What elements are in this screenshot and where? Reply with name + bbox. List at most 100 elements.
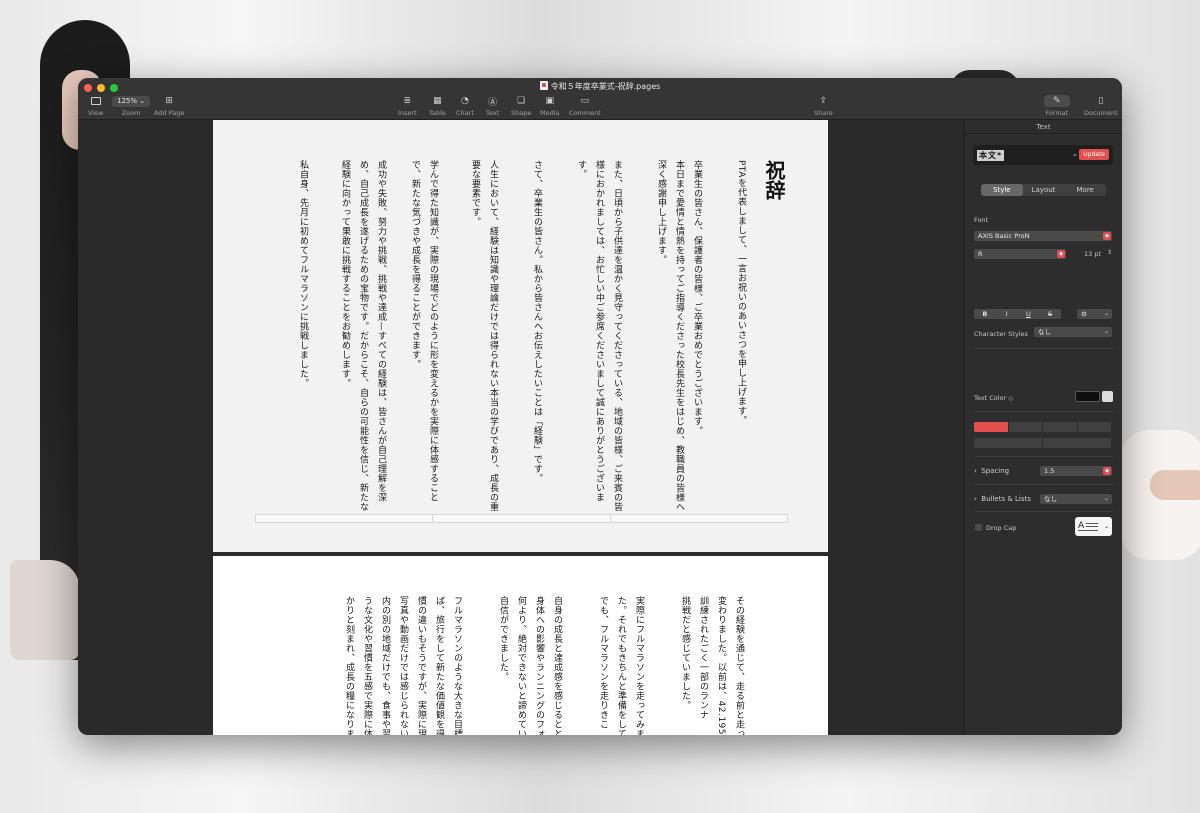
text-line: フルマラソンのような大きな目標	[452, 596, 462, 735]
text-line: す。	[576, 160, 586, 179]
text-line: かりと刻まれ、成長の糧になりま	[344, 596, 354, 735]
inspector-tabs: Style Layout More	[981, 184, 1106, 196]
font-family-value: AXIS Basic ProN	[978, 232, 1030, 240]
insert-button[interactable]: ≣ Insert	[398, 95, 417, 117]
alignment-row	[974, 422, 1112, 432]
media-button[interactable]: ▣ Media	[540, 95, 560, 117]
indent-right-button[interactable]	[1043, 438, 1112, 448]
update-style-button[interactable]: Update	[1079, 149, 1109, 160]
comment-label: Comment	[569, 109, 601, 117]
shape-icon: ❏	[517, 96, 526, 106]
underline-button[interactable]: U	[1018, 309, 1040, 319]
background-arm	[1150, 470, 1200, 500]
text-options-button[interactable]: ⚙ ⌄	[1077, 309, 1112, 319]
zoom-select[interactable]: 125% ⌄	[112, 95, 151, 107]
font-weight-value: R	[978, 250, 983, 258]
italic-button[interactable]: I	[996, 309, 1018, 319]
insert-icon: ≣	[403, 96, 412, 106]
document-heading: 祝辞	[762, 160, 786, 200]
document-canvas[interactable]: 祝辞 PTAを代表しまして、一言お祝いのあいさつを申し上げます。 卒業生の皆さん…	[78, 120, 964, 735]
text-button[interactable]: Ⓐ Text	[486, 95, 500, 118]
table-label: Table	[429, 109, 446, 117]
zoom-control[interactable]: 125% ⌄ Zoom	[112, 95, 151, 117]
paragraph-style-name: 本文*	[977, 149, 1005, 161]
font-size-field[interactable]: 13 pt	[1084, 250, 1101, 258]
font-size-stepper-icon[interactable]: ⇕	[1107, 249, 1112, 256]
page-1[interactable]: 祝辞 PTAを代表しまして、一言お祝いのあいさつを申し上げます。 卒業生の皆さん…	[213, 120, 828, 552]
character-styles-select[interactable]: なし ⌄	[1034, 327, 1112, 337]
text-line: また、日頃から子供達を温かく見守ってくださっている、地域の皆様、ご来賓の皆	[612, 160, 622, 512]
text-color-swatch[interactable]	[1075, 391, 1100, 402]
chevron-right-icon: ›	[974, 467, 977, 475]
tab-style[interactable]: Style	[981, 184, 1023, 196]
background-leg	[10, 560, 80, 660]
document-title: 令和５年度卒業式-祝辞.pages	[78, 81, 1122, 92]
table-button[interactable]: ▦ Table	[429, 95, 446, 117]
text-line: 自身の成長と達成感を感じるとと	[552, 596, 562, 735]
align-bottom-button[interactable]	[1043, 422, 1078, 432]
pages-doc-icon	[539, 81, 548, 90]
strikethrough-button[interactable]: S	[1039, 309, 1061, 319]
add-page-icon: ⊞	[165, 96, 173, 106]
shape-button[interactable]: ❏ Shape	[511, 95, 531, 117]
spacing-disclosure[interactable]: › Spacing	[974, 467, 1009, 475]
pages-window: 令和５年度卒業式-祝辞.pages View 125% ⌄ Zoom ⊞ Add…	[78, 78, 1122, 735]
text-line: 成功や失敗、努力や挑戦、挑戦や達成—すべての経験は、皆さんが自己理解を深	[376, 160, 386, 502]
text-line: ば、旅行をして新たな価値観を得	[434, 596, 444, 735]
spacing-select[interactable]: 1.5 ◆	[1040, 466, 1112, 476]
text-label: Text	[486, 109, 500, 117]
align-center-button[interactable]	[1009, 422, 1043, 432]
font-section-label: Font	[974, 216, 989, 224]
text-color-label[interactable]: Text Color ◇	[974, 394, 1013, 402]
background-person-right	[1120, 430, 1200, 560]
chevron-down-icon: ⌄	[1103, 495, 1109, 502]
chevron-down-icon: ⌄	[1103, 310, 1109, 317]
align-justify-button[interactable]	[1078, 422, 1112, 432]
font-family-select[interactable]: AXIS Basic ProN ◆	[974, 231, 1112, 241]
chart-label: Chart	[456, 109, 474, 117]
insert-label: Insert	[398, 109, 417, 117]
shape-label: Shape	[511, 109, 532, 117]
divider	[974, 456, 1114, 457]
align-top-button[interactable]	[974, 422, 1009, 432]
indent-left-button[interactable]	[974, 438, 1043, 448]
text-line: め、自己成長を遂げるための宝物です。だからこそ、自らの可能性を信じ、新たな	[358, 160, 368, 512]
text-line: た。それでもきちんと準備をして	[616, 596, 626, 735]
comment-button[interactable]: ▭ Comment	[569, 95, 601, 117]
text-line: 写真や動画だけでは感じられない	[398, 596, 408, 735]
table-footer-strip[interactable]	[255, 514, 788, 523]
media-icon: ▣	[545, 96, 555, 106]
text-line: 人生において、経験は知識や理論だけでは得られない本当の学びであり、成長の重	[488, 160, 498, 512]
chevron-down-icon: ⌄	[1103, 328, 1109, 335]
view-button[interactable]: View	[88, 95, 103, 117]
tab-layout[interactable]: Layout	[1023, 184, 1065, 196]
bullets-disclosure[interactable]: › Bullets & Lists	[974, 495, 1031, 503]
tab-more[interactable]: More	[1064, 184, 1106, 196]
text-line: 学んで得た知識が、実際の現場でどのように形を変えるかを実際に体感すること	[428, 160, 438, 502]
font-weight-select[interactable]: R ◆	[974, 249, 1066, 259]
format-inspector: Text 本文* ⌄ Update Style Layout More Font…	[964, 120, 1122, 735]
document-label: Document	[1084, 109, 1118, 117]
zoom-value: 125%	[117, 97, 138, 105]
page-2[interactable]: その経験を通じて、走る前と走っ 変わりました。以前は、42.195 訓練されたご…	[213, 556, 828, 735]
drop-cap-style-select[interactable]: A ⌄	[1075, 517, 1112, 536]
chevron-down-icon: ⌄	[1103, 523, 1109, 530]
color-wheel-icon[interactable]	[1102, 391, 1113, 402]
document-button[interactable]: ▯ Document	[1084, 95, 1118, 117]
drop-cap-checkbox[interactable]	[975, 524, 982, 531]
format-button[interactable]: ✎ Format	[1044, 95, 1070, 117]
bold-button[interactable]: B	[974, 309, 996, 319]
paragraph-style-selector[interactable]: 本文* ⌄ Update	[973, 145, 1113, 165]
text-line: 様におかれましては、お忙しい中ご参席くださいまして誠にありがとうございま	[594, 160, 604, 502]
text-line: 身体への影響やランニングのフォ	[534, 596, 544, 735]
text-line: 深く感謝申し上げます。	[656, 160, 666, 265]
document-icon: ▯	[1098, 96, 1104, 106]
character-styles-value: なし	[1038, 328, 1051, 336]
add-page-button[interactable]: ⊞ Add Page	[154, 95, 184, 117]
share-button[interactable]: ⇪ Share	[814, 95, 833, 117]
chart-button[interactable]: ◔ Chart	[456, 95, 474, 117]
drop-cap-label: Drop Cap	[986, 524, 1017, 532]
zoom-label: Zoom	[121, 109, 141, 117]
bullets-select[interactable]: なし ⌄	[1040, 494, 1112, 504]
text-style-buttons: B I U S	[974, 309, 1061, 319]
